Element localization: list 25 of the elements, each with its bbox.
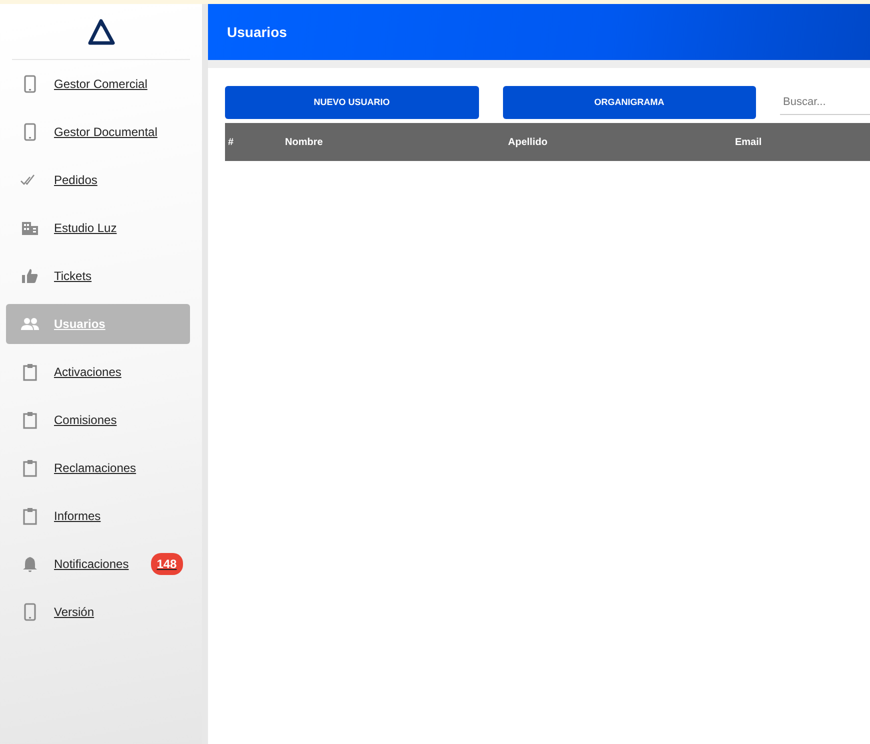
sidebar-item[interactable]: Reclamaciones: [6, 448, 190, 488]
thumbs-up-icon: [20, 266, 40, 286]
column-header: Apellido: [507, 136, 548, 150]
clipboard-icon: [20, 362, 40, 382]
column-header: #: [227, 136, 235, 150]
action-button[interactable]: ORGANIGRAMA: [502, 86, 756, 119]
sidebar-item[interactable]: Gestor Documental: [6, 112, 190, 152]
column-header: Email: [734, 136, 763, 150]
sidebar-item[interactable]: Notificaciones 148: [6, 544, 190, 584]
logo-icon: [86, 18, 116, 46]
sidebar-item[interactable]: Comisiones: [6, 400, 190, 440]
notification-count: 148: [150, 553, 183, 575]
sidebar-item[interactable]: Informes: [6, 496, 190, 536]
clipboard-icon: [20, 506, 40, 526]
sidebar-item[interactable]: Activaciones: [6, 352, 190, 392]
sidebar-item[interactable]: Pedidos: [6, 160, 190, 200]
sidebar-item[interactable]: Versión: [6, 592, 190, 632]
sidebar-item[interactable]: Gestor Comercial: [6, 64, 190, 104]
action-button[interactable]: NUEVO USUARIO: [225, 86, 478, 119]
sidebar-item[interactable]: Tickets: [6, 256, 190, 296]
page-title: Usuarios: [227, 22, 287, 42]
clipboard-icon: [20, 458, 40, 478]
column-header: Nombre: [284, 136, 324, 150]
sidebar-item[interactable]: Estudio Luz: [6, 208, 190, 248]
clipboard-icon: [20, 410, 40, 430]
